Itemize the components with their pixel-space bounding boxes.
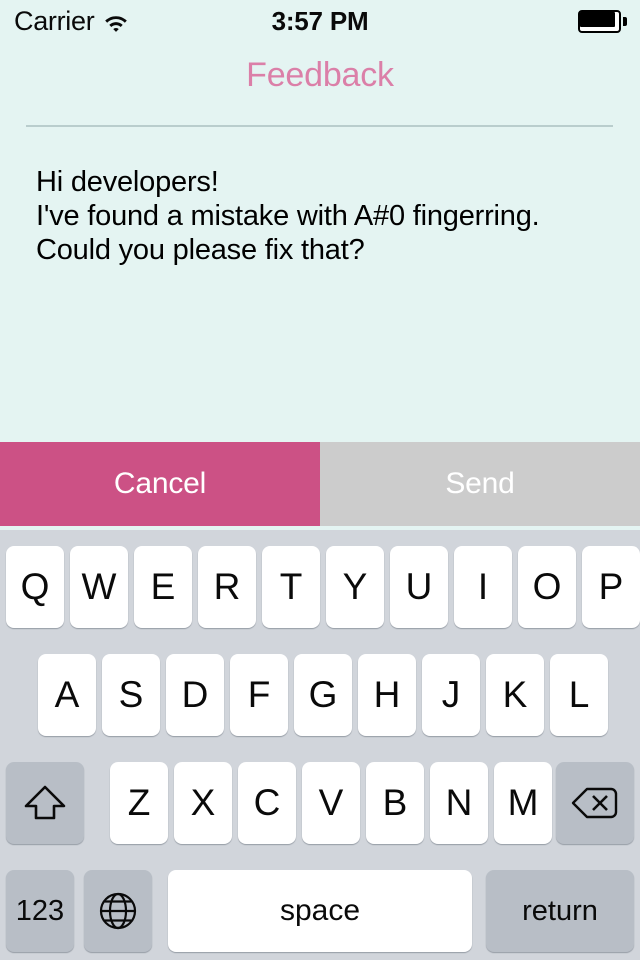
key-k[interactable]: K: [486, 654, 544, 736]
key-q[interactable]: Q: [6, 546, 64, 628]
action-bar: Cancel Send: [0, 442, 640, 526]
battery-full-icon: [578, 10, 628, 33]
status-bar-time: 3:57 PM: [271, 6, 369, 36]
key-m[interactable]: M: [494, 762, 552, 844]
key-return[interactable]: return: [486, 870, 634, 952]
key-j[interactable]: J: [422, 654, 480, 736]
key-x[interactable]: X: [174, 762, 232, 844]
delete-backspace-icon[interactable]: [556, 762, 634, 844]
feedback-textarea[interactable]: Hi developers! I've found a mistake with…: [0, 155, 640, 442]
header-divider: [26, 125, 613, 127]
key-f[interactable]: F: [230, 654, 288, 736]
key-y[interactable]: Y: [326, 546, 384, 628]
key-u[interactable]: U: [390, 546, 448, 628]
key-a[interactable]: A: [38, 654, 96, 736]
key-l[interactable]: L: [550, 654, 608, 736]
status-bar: Carrier 3:57 PM: [0, 0, 640, 42]
key-r[interactable]: R: [198, 546, 256, 628]
app-screen: Carrier 3:57 PM Feedback Hi developers! …: [0, 0, 640, 960]
keyboard-row-3: ZXCVBNM: [0, 762, 640, 844]
onscreen-keyboard: QWERTYUIOP ASDFGHJKL ZXCVBNM 123 space r…: [0, 530, 640, 960]
key-d[interactable]: D: [166, 654, 224, 736]
feedback-message-text[interactable]: Hi developers! I've found a mistake with…: [36, 165, 616, 267]
cancel-button[interactable]: Cancel: [0, 442, 320, 526]
key-e[interactable]: E: [134, 546, 192, 628]
keyboard-row-4: 123 space return: [0, 870, 640, 952]
send-button[interactable]: Send: [320, 442, 640, 526]
key-z[interactable]: Z: [110, 762, 168, 844]
key-n[interactable]: N: [430, 762, 488, 844]
keyboard-row-1: QWERTYUIOP: [0, 546, 640, 628]
key-w[interactable]: W: [70, 546, 128, 628]
page-title: Feedback: [246, 56, 394, 94]
key-c[interactable]: C: [238, 762, 296, 844]
key-h[interactable]: H: [358, 654, 416, 736]
key-i[interactable]: I: [454, 546, 512, 628]
key-s[interactable]: S: [102, 654, 160, 736]
shift-arrow-icon[interactable]: [6, 762, 84, 844]
key-v[interactable]: V: [302, 762, 360, 844]
key-g[interactable]: G: [294, 654, 352, 736]
key-numbers[interactable]: 123: [6, 870, 74, 952]
key-o[interactable]: O: [518, 546, 576, 628]
keyboard-row-2: ASDFGHJKL: [0, 654, 640, 736]
key-b[interactable]: B: [366, 762, 424, 844]
key-p[interactable]: P: [582, 546, 640, 628]
key-t[interactable]: T: [262, 546, 320, 628]
globe-icon[interactable]: [84, 870, 152, 952]
key-space[interactable]: space: [168, 870, 472, 952]
